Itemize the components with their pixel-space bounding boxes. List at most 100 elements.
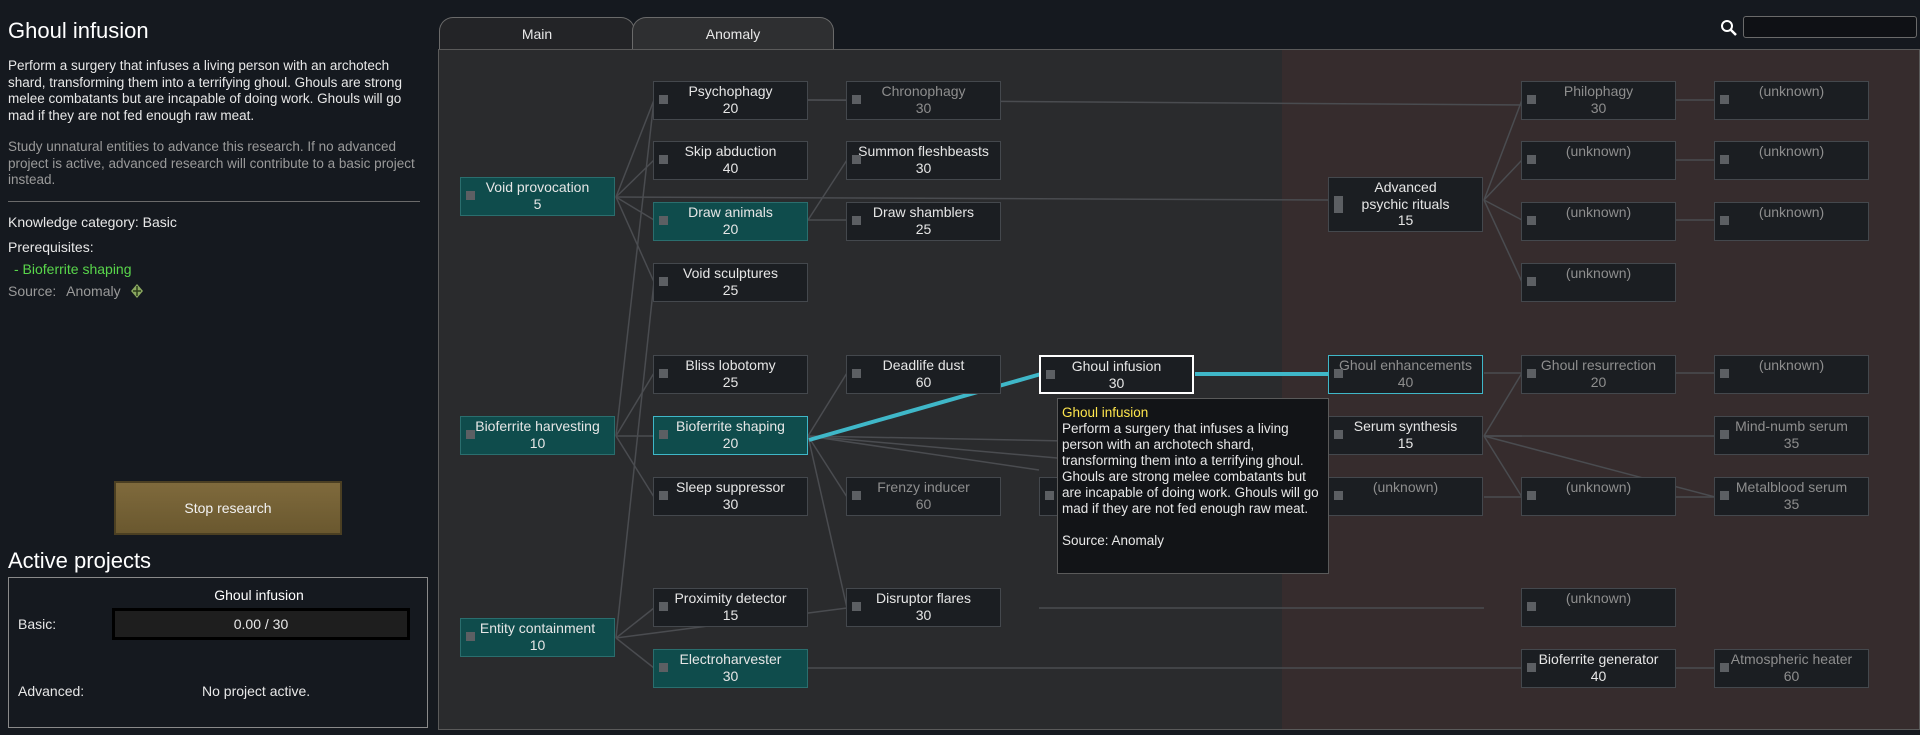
node-unknown[interactable]: (unknown): [1714, 202, 1869, 241]
node-marker: [1527, 216, 1536, 225]
node-frenzy-inducer[interactable]: Frenzy inducer 60: [846, 477, 1001, 516]
node-skip-abduction[interactable]: Skip abduction 40: [653, 141, 808, 180]
node-cost: 30: [1108, 374, 1125, 391]
node-marker: [1046, 370, 1055, 379]
node-ghoul-infusion[interactable]: Ghoul infusion 30: [1039, 355, 1194, 394]
node-marker: [1045, 491, 1054, 500]
node-unknown[interactable]: (unknown): [1521, 477, 1676, 516]
node-marker: [852, 155, 861, 164]
node-label: Mind-numb serum: [1735, 418, 1848, 434]
node-label: (unknown): [1758, 83, 1825, 99]
node-cost: 30: [722, 667, 739, 684]
node-unknown[interactable]: (unknown): [1714, 355, 1869, 394]
node-marker: [1720, 430, 1729, 439]
active-project-name: Ghoul infusion: [214, 587, 304, 603]
node-void-sculptures[interactable]: Void sculptures 25: [653, 263, 808, 302]
tab-anomaly[interactable]: Anomaly: [632, 17, 834, 49]
node-psychophagy[interactable]: Psychophagy 20: [653, 81, 808, 120]
node-sleep-suppressor[interactable]: Sleep suppressor 30: [653, 477, 808, 516]
node-cost: 40: [1397, 373, 1414, 390]
advanced-project-status: No project active.: [202, 683, 311, 699]
node-cost: 35: [1783, 434, 1800, 451]
node-advanced-psychic-rituals[interactable]: Advanced psychic rituals 15: [1328, 177, 1483, 232]
tab-main[interactable]: Main: [439, 17, 635, 49]
node-bliss-lobotomy[interactable]: Bliss lobotomy 25: [653, 355, 808, 394]
node-electroharvester[interactable]: Electroharvester 30: [653, 649, 808, 688]
node-ghoul-resurrection[interactable]: Ghoul resurrection 20: [1521, 355, 1676, 394]
node-philophagy[interactable]: Philophagy 30: [1521, 81, 1676, 120]
node-disruptor-flares[interactable]: Disruptor flares 30: [846, 588, 1001, 627]
prerequisites-label: Prerequisites:: [8, 239, 94, 255]
node-marker: [1527, 277, 1536, 286]
node-entity-containment[interactable]: Entity containment 10: [460, 618, 615, 657]
node-label: Bliss lobotomy: [685, 357, 776, 373]
active-projects-title: Active projects: [8, 548, 152, 573]
node-cost: 60: [915, 373, 932, 390]
node-label: Metalblood serum: [1735, 479, 1848, 495]
node-marker: [659, 602, 668, 611]
node-label: (unknown): [1565, 204, 1632, 220]
knowledge-category: Knowledge category: Basic: [8, 214, 177, 230]
node-draw-animals[interactable]: Draw animals 20: [653, 202, 808, 241]
node-unknown[interactable]: (unknown): [1521, 202, 1676, 241]
research-tooltip: Ghoul infusion Perform a surgery that in…: [1057, 398, 1329, 574]
node-marker: [1527, 663, 1536, 672]
node-label: Psychophagy: [688, 83, 773, 99]
node-deadlife-dust[interactable]: Deadlife dust 60: [846, 355, 1001, 394]
node-proximity-detector[interactable]: Proximity detector 15: [653, 588, 808, 627]
node-label: Frenzy inducer: [877, 479, 970, 495]
node-marker: [659, 95, 668, 104]
node-marker: [1527, 155, 1536, 164]
node-cost: 40: [1590, 667, 1607, 684]
node-marker: [852, 95, 861, 104]
node-unknown[interactable]: (unknown): [1328, 477, 1483, 516]
node-unknown[interactable]: (unknown): [1714, 141, 1869, 180]
anomaly-icon: [129, 283, 145, 302]
node-label: (unknown): [1565, 590, 1632, 606]
node-hidden-partial[interactable]: [1039, 477, 1059, 516]
node-label: (unknown): [1758, 357, 1825, 373]
node-unknown[interactable]: (unknown): [1521, 141, 1676, 180]
node-label: Ghoul enhancements: [1338, 357, 1473, 373]
node-serum-synthesis[interactable]: Serum synthesis 15: [1328, 416, 1483, 455]
node-bioferrite-harvesting[interactable]: Bioferrite harvesting 10: [460, 416, 615, 455]
node-cost: 30: [1590, 99, 1607, 116]
node-label: (unknown): [1372, 479, 1439, 495]
node-marker: [1527, 491, 1536, 500]
node-label: Void provocation: [485, 179, 590, 195]
node-atmospheric-heater[interactable]: Atmospheric heater 60: [1714, 649, 1869, 688]
node-marker: [1334, 369, 1343, 378]
node-summon-fleshbeasts[interactable]: Summon fleshbeasts 30: [846, 141, 1001, 180]
node-mind-numb-serum[interactable]: Mind-numb serum 35: [1714, 416, 1869, 455]
node-ghoul-enhancements[interactable]: Ghoul enhancements 40: [1328, 355, 1483, 394]
node-marker: [1720, 95, 1729, 104]
node-bioferrite-generator[interactable]: Bioferrite generator 40: [1521, 649, 1676, 688]
node-chronophagy[interactable]: Chronophagy 30: [846, 81, 1001, 120]
node-unknown[interactable]: (unknown): [1521, 263, 1676, 302]
node-marker: [659, 155, 668, 164]
node-label: Draw shamblers: [872, 204, 975, 220]
node-marker: [659, 430, 668, 439]
node-marker: [1720, 491, 1729, 500]
node-metalblood-serum[interactable]: Metalblood serum 35: [1714, 477, 1869, 516]
node-void-provocation[interactable]: Void provocation 5: [460, 177, 615, 216]
node-label: Deadlife dust: [882, 357, 965, 373]
node-label: Void sculptures: [683, 265, 778, 281]
active-projects-box: Ghoul infusion Basic: 0.00 / 30 Advanced…: [8, 577, 428, 728]
node-marker: [466, 430, 475, 439]
node-marker: [1527, 602, 1536, 611]
source-line: Source: Anomaly: [8, 283, 145, 302]
node-bioferrite-shaping[interactable]: Bioferrite shaping 20: [653, 416, 808, 455]
research-tree[interactable]: Void provocation 5 Bioferrite harvesting…: [438, 49, 1920, 730]
node-draw-shamblers[interactable]: Draw shamblers 25: [846, 202, 1001, 241]
node-cost: 15: [722, 606, 739, 623]
stop-research-button[interactable]: Stop research: [114, 481, 342, 535]
advanced-label: Advanced:: [18, 683, 85, 699]
node-unknown[interactable]: (unknown): [1521, 588, 1676, 627]
research-description: Perform a surgery that infuses a living …: [8, 58, 402, 123]
node-cost: 30: [915, 99, 932, 116]
node-label: Bioferrite harvesting: [475, 418, 600, 434]
node-cost: 30: [915, 606, 932, 623]
search-input[interactable]: [1743, 16, 1917, 38]
node-unknown[interactable]: (unknown): [1714, 81, 1869, 120]
